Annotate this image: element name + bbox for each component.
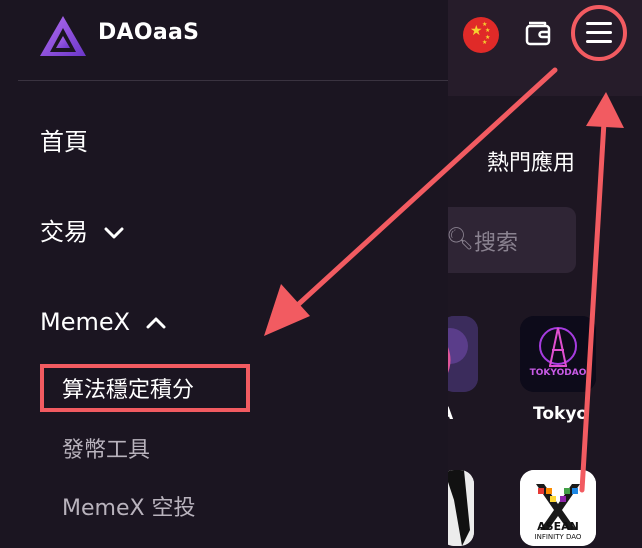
annotation-arrows <box>264 67 624 493</box>
arrow-head-menu <box>586 92 624 128</box>
arrow-to-submenu <box>287 67 558 315</box>
arrow-head-submenu <box>264 284 310 336</box>
arrow-to-menu <box>579 119 607 493</box>
